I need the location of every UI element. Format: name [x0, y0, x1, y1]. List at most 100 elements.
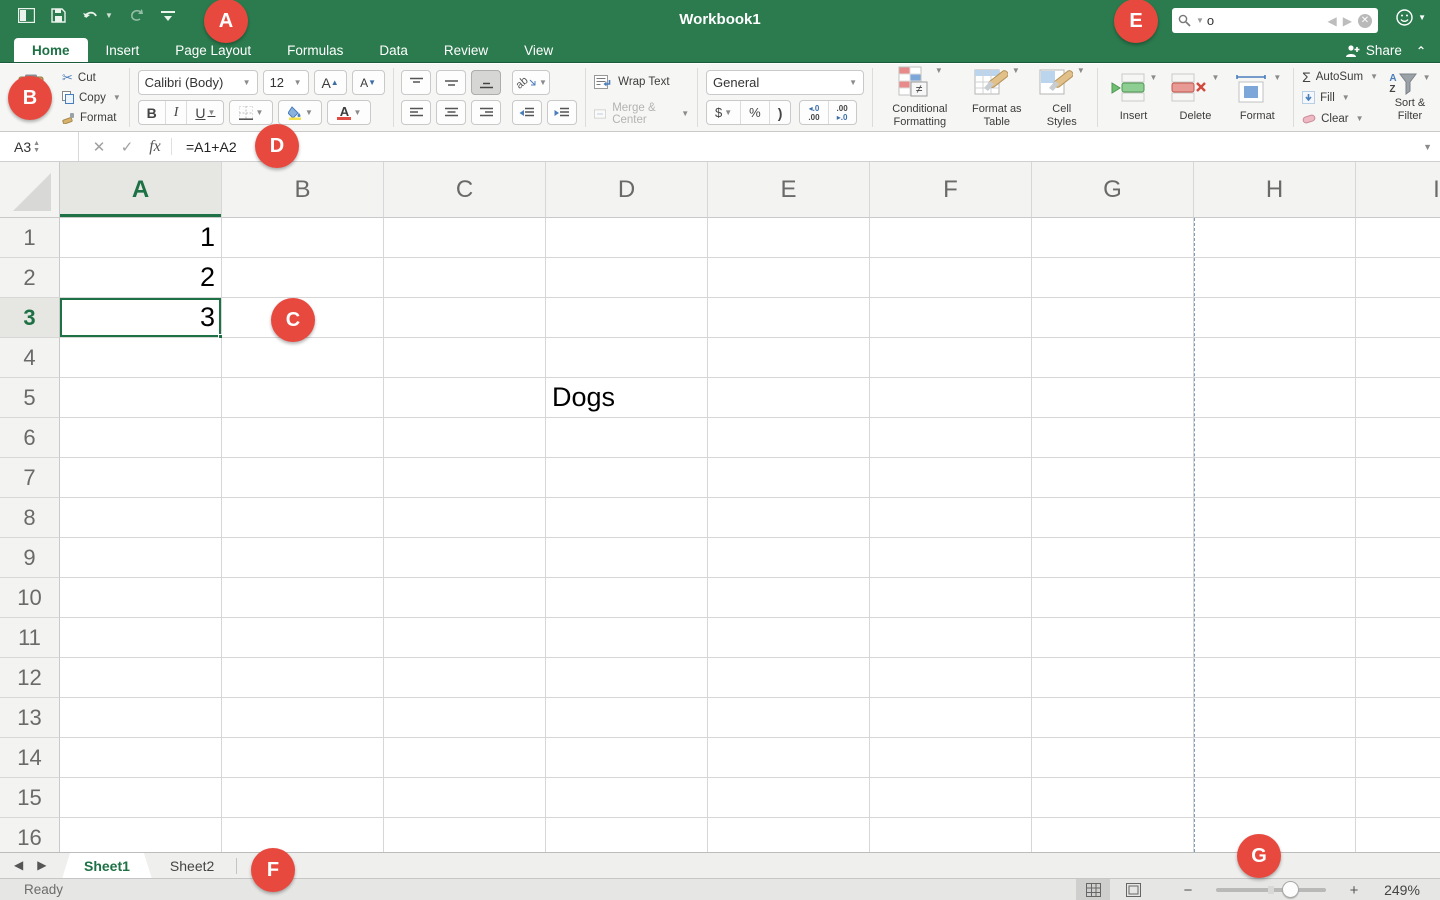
- column-header-B[interactable]: B: [222, 162, 384, 218]
- align-left-button[interactable]: [401, 100, 431, 125]
- cell-C6[interactable]: [384, 418, 546, 458]
- decrease-indent-button[interactable]: [512, 100, 542, 125]
- cell-F12[interactable]: [870, 658, 1032, 698]
- borders-button[interactable]: ▼: [229, 100, 273, 125]
- cell-A8[interactable]: [60, 498, 222, 538]
- row-header-14[interactable]: 14: [0, 738, 60, 778]
- orientation-button[interactable]: ab ▼: [512, 70, 550, 95]
- cell-F9[interactable]: [870, 538, 1032, 578]
- cell-F8[interactable]: [870, 498, 1032, 538]
- cut-button[interactable]: ✂ Cut: [62, 69, 121, 86]
- merge-center-button[interactable]: Merge & Center ▼: [594, 102, 689, 126]
- cell-H9[interactable]: [1194, 538, 1356, 578]
- cell-G14[interactable]: [1032, 738, 1194, 778]
- cell-D1[interactable]: [546, 218, 708, 258]
- cell-F7[interactable]: [870, 458, 1032, 498]
- cell-H12[interactable]: [1194, 658, 1356, 698]
- column-header-C[interactable]: C: [384, 162, 546, 218]
- formula-input[interactable]: =A1+A2: [186, 139, 237, 155]
- cell-C9[interactable]: [384, 538, 546, 578]
- cell-H13[interactable]: [1194, 698, 1356, 738]
- cell-D10[interactable]: [546, 578, 708, 618]
- fill-button[interactable]: Fill ▼: [1302, 89, 1378, 106]
- cell-B15[interactable]: [222, 778, 384, 818]
- tab-view[interactable]: View: [506, 39, 571, 62]
- cell-I3[interactable]: [1356, 298, 1440, 338]
- borders-caret[interactable]: ▼: [255, 108, 263, 117]
- cell-G3[interactable]: [1032, 298, 1194, 338]
- cell-styles-caret[interactable]: ▼: [1077, 66, 1085, 75]
- row-header-3[interactable]: 3: [0, 298, 60, 338]
- cell-I5[interactable]: [1356, 378, 1440, 418]
- cell-B12[interactable]: [222, 658, 384, 698]
- select-all-button[interactable]: [0, 162, 60, 218]
- cell-I11[interactable]: [1356, 618, 1440, 658]
- clear-caret[interactable]: ▼: [1356, 114, 1364, 123]
- cell-G2[interactable]: [1032, 258, 1194, 298]
- format-painter-button[interactable]: Format: [62, 109, 121, 126]
- sort-filter-caret[interactable]: ▼: [1423, 73, 1431, 82]
- row-header-12[interactable]: 12: [0, 658, 60, 698]
- align-bottom-button[interactable]: [471, 70, 501, 95]
- cell-G10[interactable]: [1032, 578, 1194, 618]
- row-header-6[interactable]: 6: [0, 418, 60, 458]
- cell-D7[interactable]: [546, 458, 708, 498]
- currency-format-button[interactable]: $▼: [707, 101, 741, 124]
- cell-E11[interactable]: [708, 618, 870, 658]
- cell-B8[interactable]: [222, 498, 384, 538]
- tab-insert[interactable]: Insert: [88, 39, 158, 62]
- wrap-text-button[interactable]: Wrap Text: [594, 70, 689, 94]
- cell-A11[interactable]: [60, 618, 222, 658]
- cell-styles-button[interactable]: ▼ Cell Styles: [1035, 64, 1089, 131]
- row-header-10[interactable]: 10: [0, 578, 60, 618]
- cell-A14[interactable]: [60, 738, 222, 778]
- sort-filter-button[interactable]: A Z ▼ Sort & Filter: [1388, 73, 1432, 123]
- cell-C3[interactable]: [384, 298, 546, 338]
- cell-D9[interactable]: [546, 538, 708, 578]
- cell-I14[interactable]: [1356, 738, 1440, 778]
- cell-E1[interactable]: [708, 218, 870, 258]
- fill-color-caret[interactable]: ▼: [305, 108, 313, 117]
- cell-G16[interactable]: [1032, 818, 1194, 852]
- cell-I4[interactable]: [1356, 338, 1440, 378]
- search-box[interactable]: ▼ ◀ ▶ ✕: [1172, 8, 1378, 33]
- cell-C4[interactable]: [384, 338, 546, 378]
- cell-D3[interactable]: [546, 298, 708, 338]
- copy-caret[interactable]: ▼: [113, 93, 121, 102]
- row-header-15[interactable]: 15: [0, 778, 60, 818]
- row-header-16[interactable]: 16: [0, 818, 60, 852]
- zoom-in-button[interactable]: +: [1344, 882, 1364, 899]
- row-header-5[interactable]: 5: [0, 378, 60, 418]
- cell-H5[interactable]: [1194, 378, 1356, 418]
- cell-I2[interactable]: [1356, 258, 1440, 298]
- number-format-select[interactable]: General▼: [706, 70, 864, 95]
- shrink-font-button[interactable]: A▼: [352, 70, 385, 95]
- cell-E13[interactable]: [708, 698, 870, 738]
- share-button[interactable]: Share: [1345, 43, 1402, 58]
- cell-C15[interactable]: [384, 778, 546, 818]
- cell-G1[interactable]: [1032, 218, 1194, 258]
- page-layout-view-button[interactable]: [1116, 879, 1150, 900]
- cell-E12[interactable]: [708, 658, 870, 698]
- bold-button[interactable]: B: [139, 101, 166, 124]
- cell-B2[interactable]: [222, 258, 384, 298]
- cell-E4[interactable]: [708, 338, 870, 378]
- italic-button[interactable]: I: [166, 101, 188, 124]
- underline-caret[interactable]: ▼: [208, 108, 216, 117]
- column-header-H[interactable]: H: [1194, 162, 1356, 218]
- cell-I15[interactable]: [1356, 778, 1440, 818]
- row-header-9[interactable]: 9: [0, 538, 60, 578]
- tab-page-layout[interactable]: Page Layout: [157, 39, 269, 62]
- cell-F6[interactable]: [870, 418, 1032, 458]
- format-cells-button[interactable]: ▼ Format: [1229, 71, 1285, 125]
- cell-G5[interactable]: [1032, 378, 1194, 418]
- cell-E2[interactable]: [708, 258, 870, 298]
- cell-G11[interactable]: [1032, 618, 1194, 658]
- cell-H15[interactable]: [1194, 778, 1356, 818]
- align-right-button[interactable]: [471, 100, 501, 125]
- cell-A2[interactable]: 2: [60, 258, 222, 298]
- cell-C10[interactable]: [384, 578, 546, 618]
- cell-F11[interactable]: [870, 618, 1032, 658]
- row-header-4[interactable]: 4: [0, 338, 60, 378]
- cell-C2[interactable]: [384, 258, 546, 298]
